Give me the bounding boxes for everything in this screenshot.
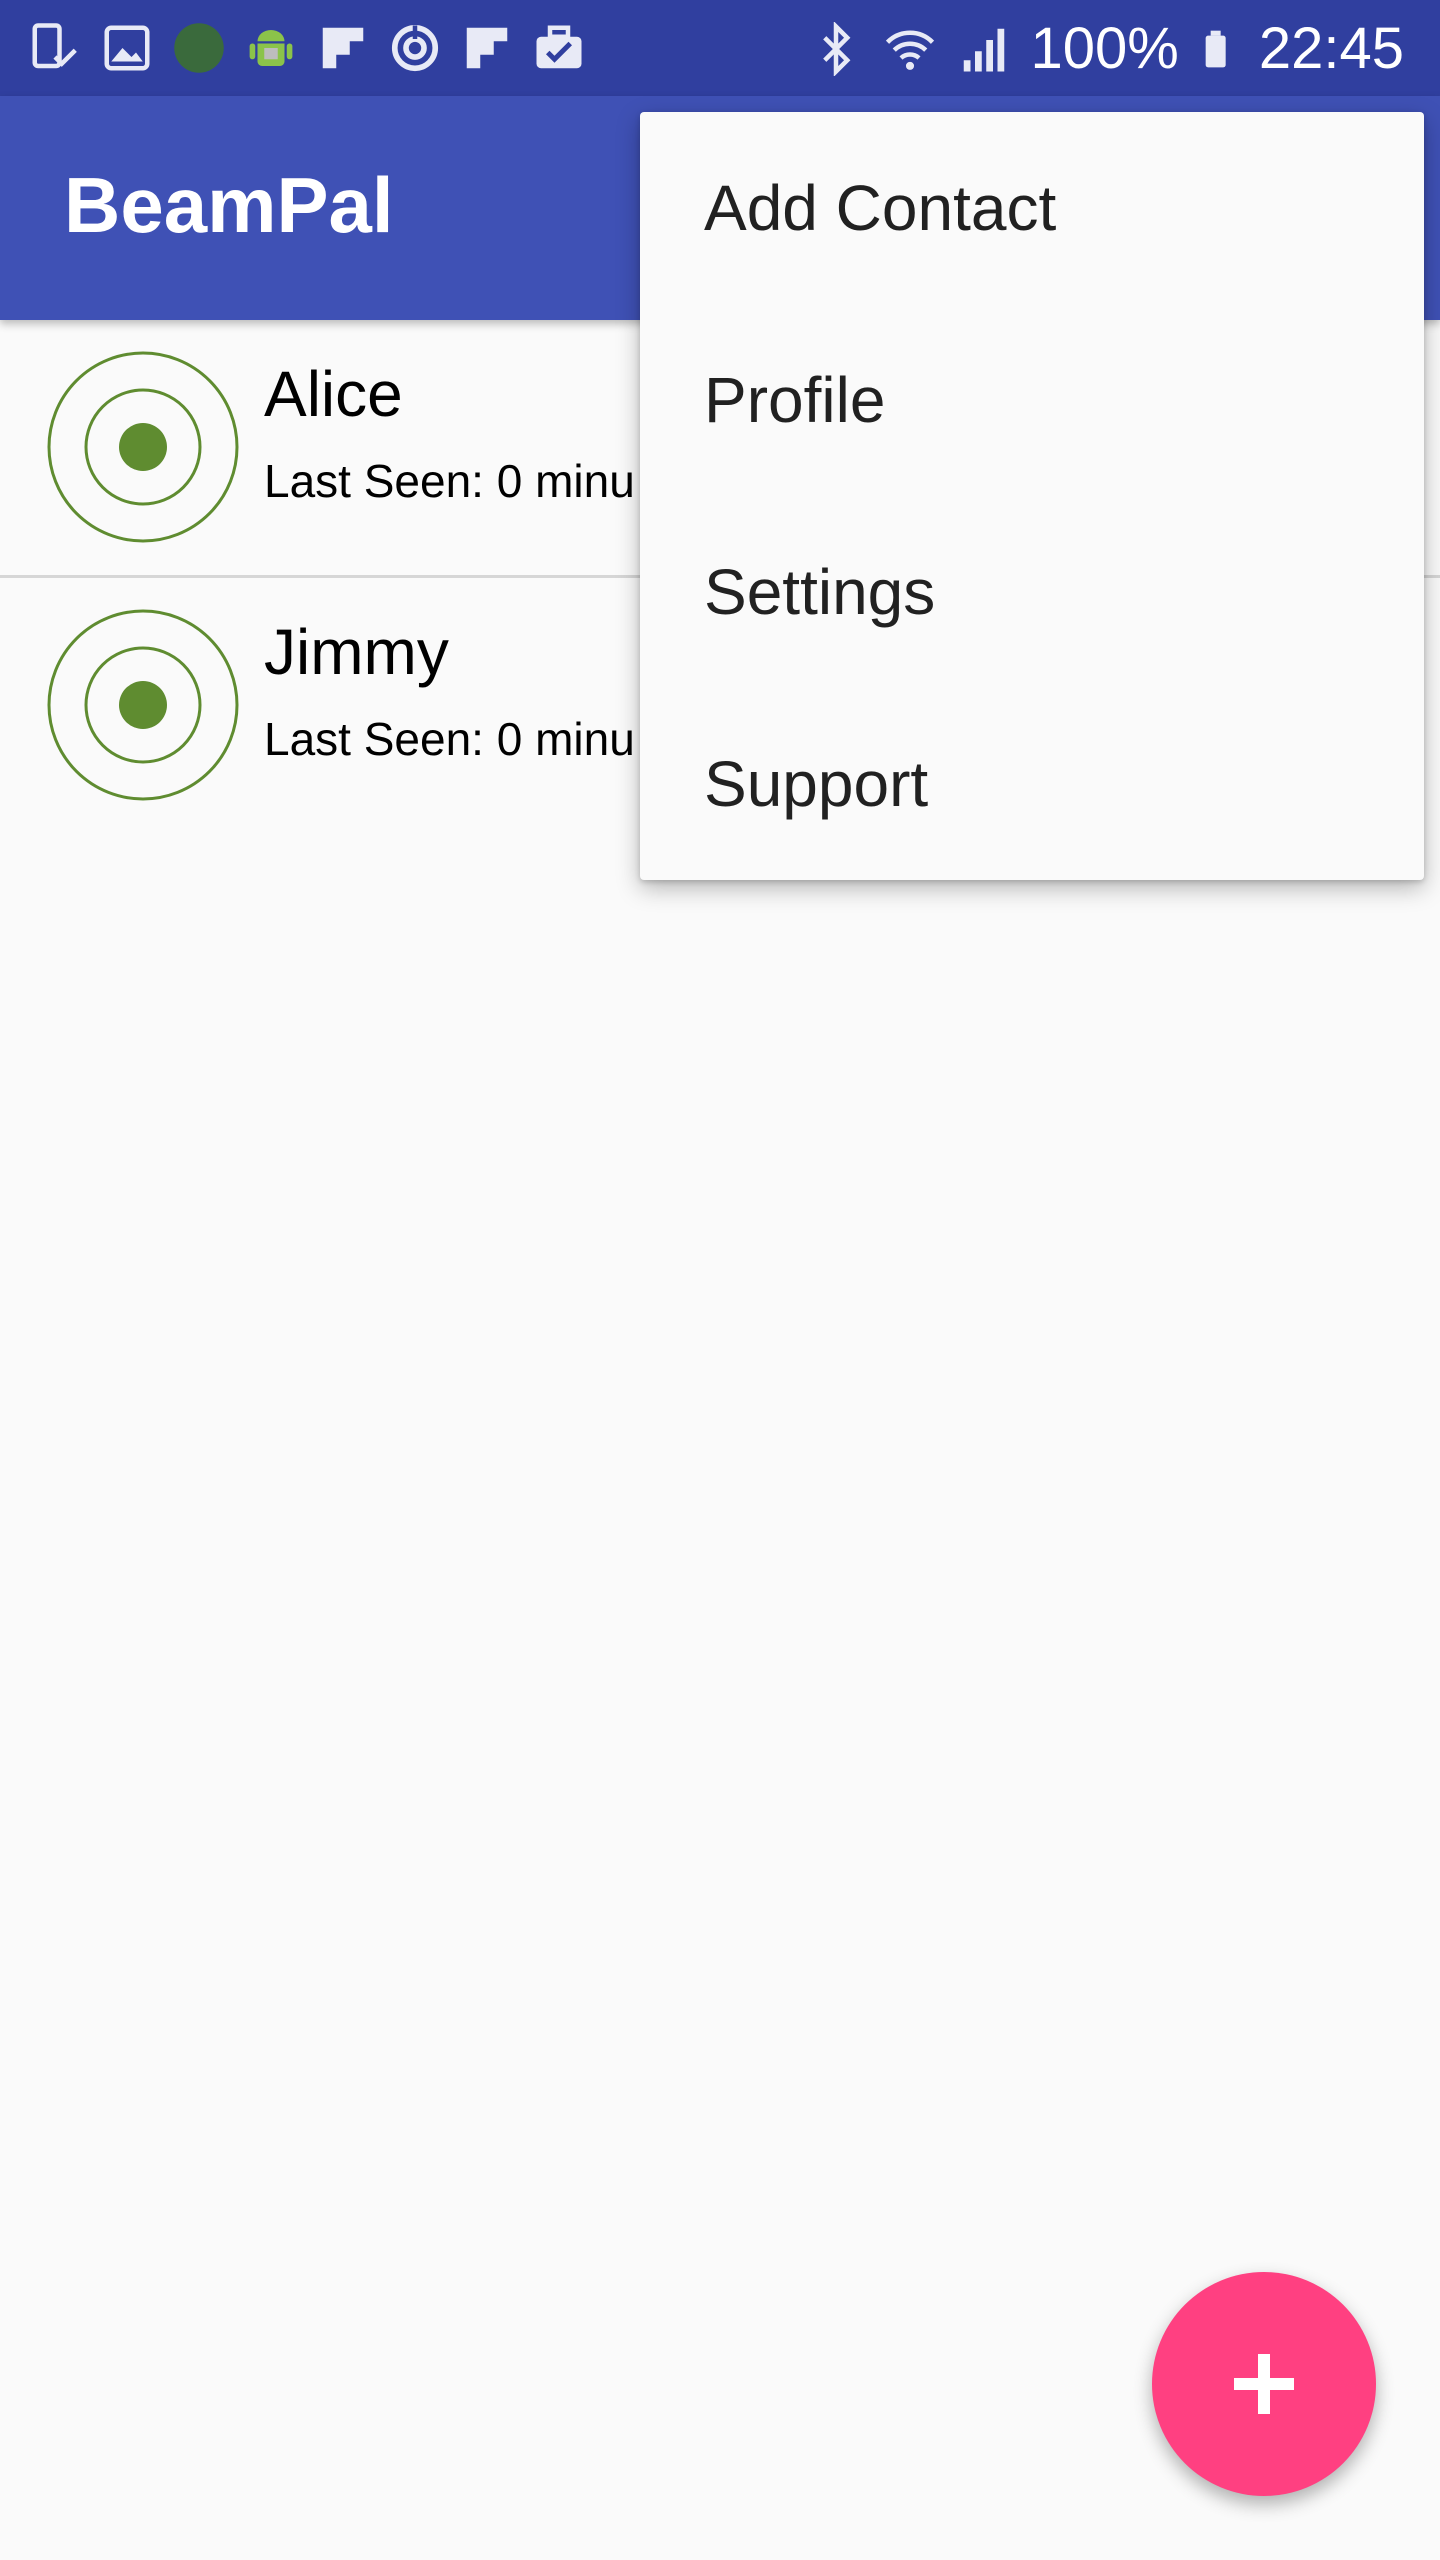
contact-last-seen: Last Seen: 0 minu bbox=[264, 455, 635, 507]
battery-icon bbox=[1205, 30, 1226, 68]
overflow-menu: Add Contact Profile Settings Support bbox=[640, 112, 1424, 880]
image-icon bbox=[104, 25, 150, 71]
contact-name: Jimmy bbox=[264, 616, 449, 688]
wifi-icon bbox=[885, 30, 934, 70]
signal-icon bbox=[963, 28, 1004, 72]
clock: 22:45 bbox=[1258, 16, 1404, 81]
green-dot-icon bbox=[174, 23, 224, 73]
contact-name: Alice bbox=[264, 358, 403, 430]
menu-item-settings[interactable]: Settings bbox=[640, 496, 1424, 688]
add-fab-button[interactable] bbox=[1152, 2272, 1376, 2496]
contact-last-seen: Last Seen: 0 minu bbox=[264, 713, 635, 765]
flipboard-icon bbox=[322, 27, 364, 69]
plus-icon bbox=[1234, 2354, 1294, 2414]
briefcase-check-icon bbox=[536, 25, 582, 69]
notification-icons bbox=[28, 18, 586, 78]
download-done-icon bbox=[32, 23, 77, 69]
status-bar: 100% 22:45 bbox=[0, 0, 1440, 96]
menu-item-support[interactable]: Support bbox=[640, 688, 1424, 880]
android-icon bbox=[249, 30, 293, 66]
battery-percentage: 100% bbox=[1030, 16, 1179, 81]
beacon-icon bbox=[47, 351, 239, 543]
power-icon bbox=[391, 24, 439, 72]
flipboard-icon bbox=[466, 27, 508, 69]
system-icons: 100% 22:45 bbox=[809, 14, 1404, 84]
app-title: BeamPal bbox=[64, 161, 394, 249]
beacon-icon bbox=[47, 609, 239, 801]
bluetooth-icon bbox=[822, 22, 850, 76]
menu-item-add-contact[interactable]: Add Contact bbox=[640, 112, 1424, 304]
menu-item-profile[interactable]: Profile bbox=[640, 304, 1424, 496]
